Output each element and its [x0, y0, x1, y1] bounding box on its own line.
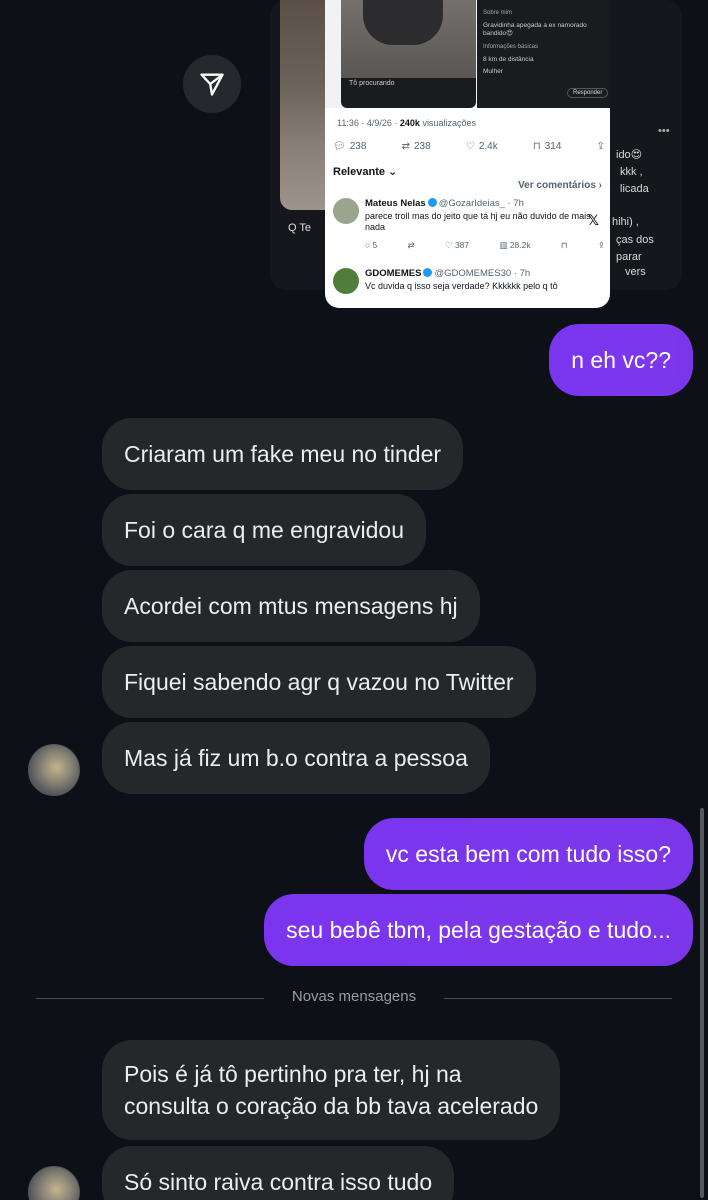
more-icon: ••• [658, 125, 670, 137]
retweet-icon: ⇄ [401, 140, 410, 152]
message-sent[interactable]: vc esta bem com tudo isso? [363, 818, 693, 890]
bg-text: parar [616, 251, 642, 263]
like-count: 2.4k [478, 140, 498, 152]
profile-info-label: Informações básicas [483, 44, 539, 50]
reply-count: 238 [349, 140, 367, 152]
tweet-actions: 💬︎ 238 ⇄ 238 ♡ 2.4k ⊓ 314 ⇪ [333, 136, 605, 156]
bookmark-action[interactable]: ⊓ 314 [533, 141, 562, 152]
tweet-card[interactable]: Tô procurando Sobre mim Gravidinha apega… [325, 0, 610, 308]
send-icon [200, 73, 224, 96]
bookmark-icon: ⊓ [532, 140, 541, 152]
bg-text: hihi) , [612, 216, 639, 228]
chevron-right-icon: › [598, 180, 602, 191]
message-received[interactable]: Criaram um fake meu no tinder [102, 418, 464, 490]
profile-gender: Mulher [483, 68, 503, 75]
reply-count: 5 [372, 240, 378, 250]
chevron-down-icon: ⌄ [388, 166, 398, 178]
message-received[interactable]: Acordei com mtus mensagens hj [102, 570, 480, 642]
bg-text: ido😍 [616, 149, 643, 161]
profile-about-text: Gravidinha apegada a ex namorado bandido… [483, 22, 587, 37]
profile-distance: 8 km de distância [483, 56, 534, 63]
reply-icon: ○ [365, 240, 373, 250]
message-sent[interactable]: n eh vc?? [549, 324, 693, 396]
retweet-action[interactable]: ⇄ 238 [402, 141, 431, 152]
tweet-images: Tô procurando Sobre mim Gravidinha apega… [325, 0, 610, 108]
like-count: 387 [454, 240, 470, 250]
verified-icon [423, 268, 433, 277]
bg-text: ças dos [616, 234, 654, 246]
message-received[interactable]: Só sinto raiva contra isso tudo [102, 1146, 455, 1200]
message-received[interactable]: Fiquei sabendo agr q vazou no Twitter [102, 646, 536, 718]
bg-text: licada [620, 183, 649, 195]
reply-count-item[interactable]: ○ 5 [365, 240, 377, 251]
see-comments-link[interactable]: Ver comentários › [518, 180, 602, 191]
reply-handle: @GDOMEMES30 · 7h [434, 268, 531, 279]
reply-name: GDOMEMES [365, 268, 422, 279]
message-line: Pois é já tô pertinho pra ter, hj na [124, 1061, 462, 1087]
tweet-image-profile: Sobre mim Gravidinha apegada a ex namora… [477, 0, 610, 108]
views-count: 28.2k [509, 240, 531, 250]
background-search: Q Te [288, 222, 312, 234]
reply-text: Vc duvida q isso seja verdade? Kkkkkk pe… [365, 281, 558, 291]
reply-icon: 💬︎ [333, 140, 346, 152]
message-received[interactable]: Foi o cara q me engravidou [102, 494, 426, 566]
bg-text: kkk , [620, 166, 643, 178]
sort-dropdown[interactable]: Relevante ⌄ [333, 165, 397, 178]
see-comments-label: Ver comentários [518, 180, 596, 191]
retweet-count: 238 [413, 140, 431, 152]
avatar [333, 198, 359, 224]
tweet-time: 11:36 · 4/9/26 · [337, 118, 398, 128]
share-button[interactable] [183, 55, 241, 113]
divider [444, 998, 672, 999]
message-received[interactable]: Pois é já tô pertinho pra ter, hj na con… [102, 1040, 561, 1140]
reply-item[interactable]: GDOMEMES @GDOMEMES30 · 7h Vc duvida q iss… [333, 268, 605, 308]
sort-label: Relevante [333, 166, 385, 178]
bookmark-count: 314 [544, 140, 562, 152]
reply-text: parece troll mas do jeito que tá hj eu n… [365, 211, 591, 232]
new-messages-label: Novas mensagens [291, 988, 417, 1005]
retweet-icon[interactable]: ⇄ [408, 240, 415, 251]
bookmark-icon[interactable]: ⊓ [561, 240, 568, 251]
reply-name: Mateus Nelas [365, 198, 426, 209]
reply-handle: @GozarIdeias_ · 7h [438, 198, 524, 209]
reply-author: Mateus Nelas @GozarIdeias_ · 7h [365, 198, 524, 209]
share-action[interactable]: ⇪ [597, 141, 605, 152]
tweet-meta: 11:36 · 4/9/26 · 240k visualizações [337, 118, 476, 128]
heart-icon: ♡ [465, 140, 475, 152]
share-icon: ⇪ [596, 140, 605, 152]
tweet-image-photo: Tô procurando [341, 0, 476, 108]
message-line: consulta o coração da bb tava acelerado [124, 1093, 539, 1119]
shared-post-preview[interactable]: ido😍 kkk , licada hihi) , ças dos parar … [270, 0, 682, 308]
tweet-views-label: visualizações [422, 118, 476, 128]
tweet-views: 240k [399, 118, 420, 128]
avatar [333, 268, 359, 294]
reply-author: GDOMEMES @GDOMEMES30 · 7h [365, 268, 530, 279]
profile-looking-for: Tô procurando [349, 80, 395, 87]
contact-avatar[interactable] [28, 1166, 80, 1200]
like-count-item[interactable]: ♡ 387 [445, 240, 469, 251]
reply-item[interactable]: Mateus Nelas @GozarIdeias_ · 7h 𝕏 parece … [333, 198, 605, 260]
message-received[interactable]: Mas já fiz um b.o contra a pessoa [102, 722, 490, 794]
heart-icon: ♡ [444, 240, 455, 250]
verified-icon [427, 198, 437, 207]
like-action[interactable]: ♡ 2.4k [466, 141, 498, 152]
reply-action[interactable]: 💬︎ 238 [333, 141, 366, 152]
bg-text: vers [625, 266, 646, 278]
profile-about-label: Sobre mim [483, 10, 513, 16]
chart-icon: ▥ [499, 240, 510, 250]
contact-avatar[interactable] [28, 744, 80, 796]
profile-reply-button: Responder [567, 88, 609, 98]
message-sent[interactable]: seu bebê tbm, pela gestação e tudo... [264, 894, 693, 966]
share-icon[interactable]: ⇪ [598, 240, 605, 251]
scrollbar[interactable] [700, 808, 704, 1198]
views-count-item: ▥ 28.2k [499, 240, 530, 251]
reply-actions: ○ 5 ⇄ ♡ 387 ▥ 28.2k ⊓ ⇪ [365, 240, 605, 251]
